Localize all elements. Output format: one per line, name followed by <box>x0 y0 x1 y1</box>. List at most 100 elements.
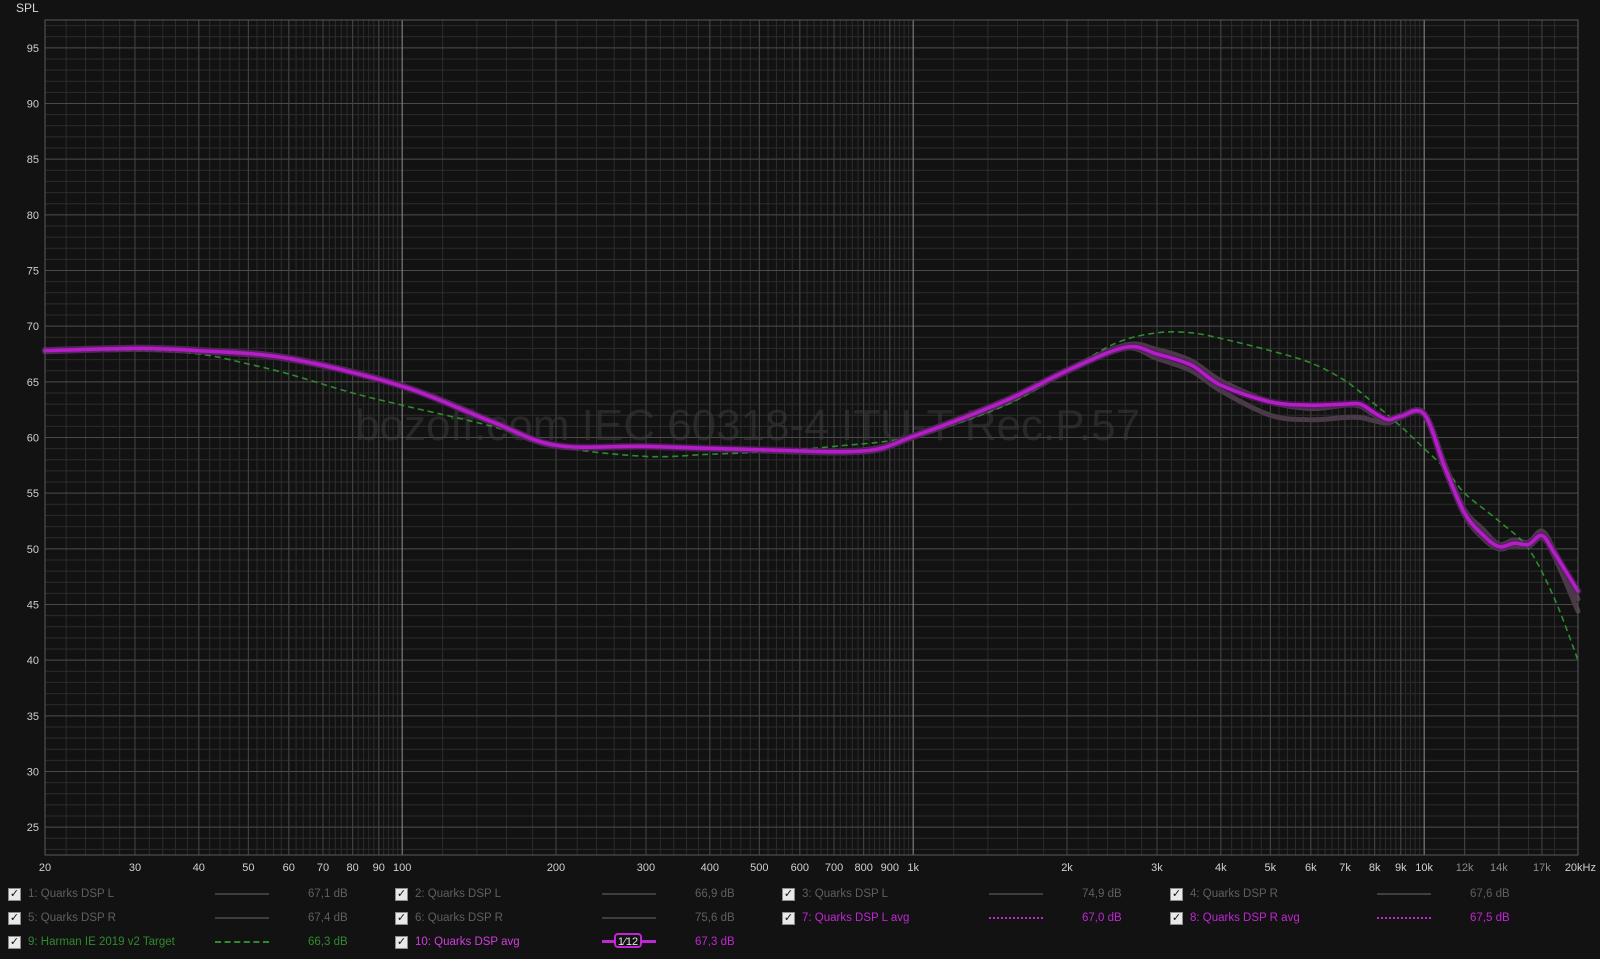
legend-swatch: 1⁄12 <box>602 933 656 948</box>
legend-item[interactable]: ✓ 4: Quarks DSP R 67,6 dB <box>1170 883 1550 905</box>
legend-value: 75,6 dB <box>695 912 735 924</box>
x-tick-label: 20 <box>39 862 51 874</box>
x-tick-label: 9k <box>1395 862 1407 874</box>
y-axis-label: SPL <box>16 1 39 15</box>
x-tick-label: 900 <box>881 862 899 874</box>
y-tick-label: 60 <box>27 433 39 445</box>
y-tick-label: 30 <box>27 767 39 779</box>
y-tick-label: 90 <box>27 99 39 111</box>
x-tick-label: 17k <box>1533 862 1551 874</box>
x-tick-label: 700 <box>825 862 843 874</box>
x-tick-label: 8k <box>1369 862 1381 874</box>
legend-value: 67,5 dB <box>1470 912 1510 924</box>
x-tick-label: 5k <box>1265 862 1277 874</box>
legend-checkbox[interactable]: ✓ <box>1170 887 1183 901</box>
legend-item[interactable]: ✓ 10: Quarks DSP avg 1⁄12 67,3 dB <box>395 931 775 953</box>
y-tick-label: 25 <box>27 822 39 834</box>
legend-value: 66,3 dB <box>308 936 348 948</box>
y-tick-label: 55 <box>27 488 39 500</box>
legend-label: 5: Quarks DSP R <box>28 912 116 924</box>
legend-label: 3: Quarks DSP L <box>802 888 889 900</box>
legend-swatch <box>215 917 269 919</box>
y-tick-label: 50 <box>27 544 39 556</box>
x-tick-label: 400 <box>701 862 719 874</box>
legend-item[interactable]: ✓ 3: Quarks DSP L 74,9 dB <box>782 883 1162 905</box>
x-tick-label: 30 <box>129 862 141 874</box>
legend-value: 66,9 dB <box>695 888 735 900</box>
legend-value: 67,0 dB <box>1082 912 1122 924</box>
x-tick-label: 100 <box>393 862 411 874</box>
y-tick-label: 85 <box>27 154 39 166</box>
x-tick-label: 300 <box>637 862 655 874</box>
legend-label: 4: Quarks DSP R <box>1190 888 1278 900</box>
y-tick-label: 65 <box>27 377 39 389</box>
x-tick-label: 6k <box>1305 862 1317 874</box>
legend-item[interactable]: ✓ 5: Quarks DSP R 67,4 dB <box>8 907 388 929</box>
legend-item[interactable]: ✓ 7: Quarks DSP L avg 67,0 dB <box>782 907 1162 929</box>
legend: ✓ 1: Quarks DSP L 67,1 dB ✓ 2: Quarks DSP L 6… <box>0 880 1600 959</box>
legend-item[interactable]: ✓ 6: Quarks DSP R 75,6 dB <box>395 907 775 929</box>
x-tick-label: 10k <box>1415 862 1433 874</box>
legend-checkbox[interactable]: ✓ <box>8 911 21 925</box>
legend-value: 74,9 dB <box>1082 888 1122 900</box>
x-tick-label: 7k <box>1339 862 1351 874</box>
x-tick-label: 200 <box>547 862 565 874</box>
legend-checkbox[interactable]: ✓ <box>395 935 408 949</box>
legend-label: 1: Quarks DSP L <box>28 888 115 900</box>
x-tick-label: 40 <box>193 862 205 874</box>
x-tick-label: 50 <box>242 862 254 874</box>
x-tick-label: 1k <box>907 862 919 874</box>
legend-checkbox[interactable]: ✓ <box>8 935 21 949</box>
x-tick-label: 90 <box>373 862 385 874</box>
legend-value: 67,4 dB <box>308 912 348 924</box>
legend-checkbox[interactable]: ✓ <box>782 887 795 901</box>
legend-label: 2: Quarks DSP L <box>415 888 502 900</box>
x-tick-label: 4k <box>1215 862 1227 874</box>
legend-swatch <box>1377 917 1431 919</box>
legend-checkbox[interactable]: ✓ <box>395 911 408 925</box>
x-tick-label: 800 <box>854 862 872 874</box>
legend-swatch <box>989 893 1043 895</box>
legend-label: 9: Harman IE 2019 v2 Target <box>28 936 175 948</box>
legend-label: 10: Quarks DSP avg <box>415 936 520 948</box>
legend-swatch <box>215 893 269 895</box>
legend-value: 67,3 dB <box>695 936 735 948</box>
x-tick-label: 20kHz <box>1565 862 1596 874</box>
legend-item[interactable]: ✓ 2: Quarks DSP L 66,9 dB <box>395 883 775 905</box>
x-tick-label: 80 <box>347 862 359 874</box>
legend-swatch <box>215 941 269 943</box>
x-tick-label: 14k <box>1490 862 1508 874</box>
x-tick-label: 12k <box>1456 862 1474 874</box>
legend-label: 6: Quarks DSP R <box>415 912 503 924</box>
x-tick-label: 2k <box>1061 862 1073 874</box>
legend-value: 67,1 dB <box>308 888 348 900</box>
legend-item[interactable]: ✓ 1: Quarks DSP L 67,1 dB <box>8 883 388 905</box>
legend-item[interactable]: ✓ 9: Harman IE 2019 v2 Target 66,3 dB <box>8 931 388 953</box>
y-tick-label: 75 <box>27 266 39 278</box>
y-tick-label: 95 <box>27 43 39 55</box>
watermark: bozoff.com IEC 60318-4 ITU-T Rec.P.57 <box>355 401 1140 450</box>
legend-item[interactable]: ✓ 8: Quarks DSP R avg 67,5 dB <box>1170 907 1550 929</box>
legend-swatch <box>602 893 656 895</box>
legend-checkbox[interactable]: ✓ <box>8 887 21 901</box>
y-tick-label: 70 <box>27 321 39 333</box>
x-tick-label: 500 <box>750 862 768 874</box>
legend-checkbox[interactable]: ✓ <box>395 887 408 901</box>
legend-value: 67,6 dB <box>1470 888 1510 900</box>
frequency-response-chart: bozoff.com IEC 60318-4 ITU-T Rec.P.57 SP… <box>0 0 1600 880</box>
y-tick-label: 35 <box>27 711 39 723</box>
x-tick-label: 70 <box>317 862 329 874</box>
legend-swatch <box>602 917 656 919</box>
legend-swatch <box>1377 893 1431 895</box>
legend-checkbox[interactable]: ✓ <box>782 911 795 925</box>
x-tick-label: 3k <box>1151 862 1163 874</box>
y-tick-label: 80 <box>27 210 39 222</box>
x-tick-label: 60 <box>283 862 295 874</box>
legend-label: 8: Quarks DSP R avg <box>1190 912 1300 924</box>
legend-label: 7: Quarks DSP L avg <box>802 912 910 924</box>
legend-checkbox[interactable]: ✓ <box>1170 911 1183 925</box>
smoothing-badge: 1⁄12 <box>614 933 642 948</box>
y-tick-label: 45 <box>27 600 39 612</box>
y-tick-label: 40 <box>27 655 39 667</box>
x-tick-label: 600 <box>791 862 809 874</box>
